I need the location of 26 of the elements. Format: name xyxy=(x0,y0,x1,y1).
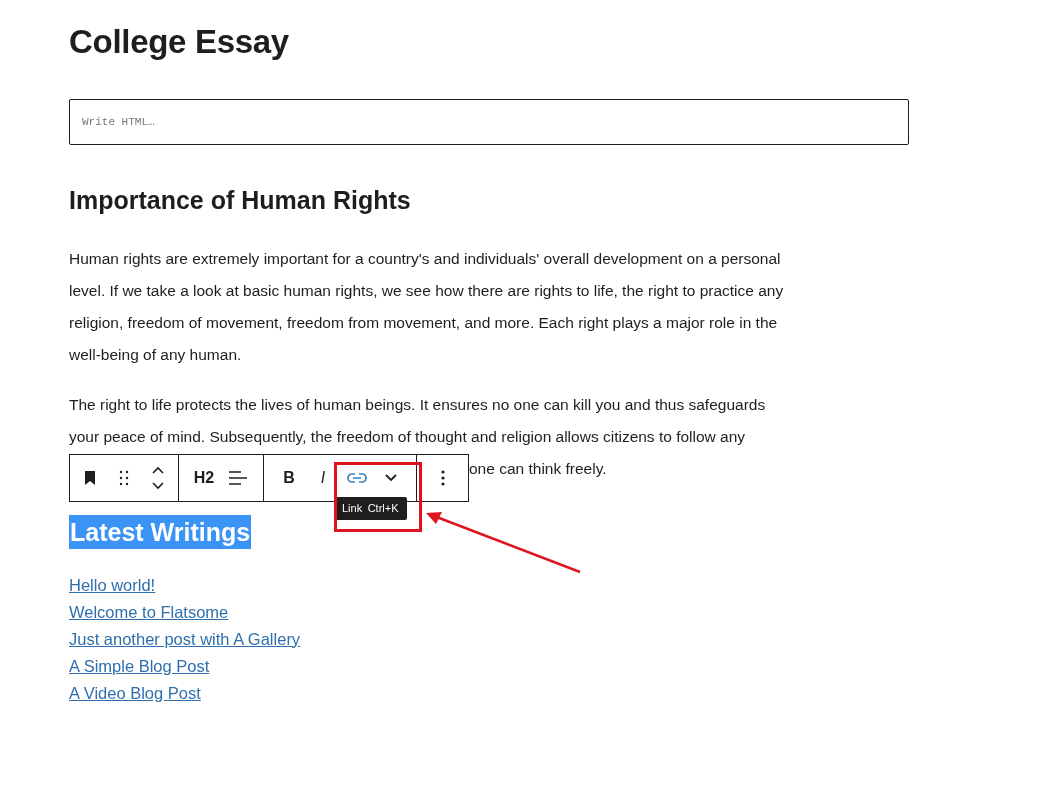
paragraph-line: well-being of any human. xyxy=(69,344,243,365)
post-link[interactable]: Hello world! xyxy=(69,571,156,599)
link-icon xyxy=(347,472,367,484)
align-icon xyxy=(229,470,247,486)
post-link[interactable]: A Video Blog Post xyxy=(69,679,201,707)
page-title: College Essay xyxy=(69,22,290,62)
tooltip: Link Ctrl+K xyxy=(334,497,407,520)
post-link[interactable]: A Simple Blog Post xyxy=(69,652,210,680)
paragraph-line: your peace of mind. Subsequently, the freedom of thought and religion allows citizens to follow any xyxy=(69,426,747,447)
selected-heading: Latest Writings xyxy=(69,514,252,549)
paragraph-line: The right to life protects the lives of human beings. It ensures no one can kill you and thus safeguards xyxy=(69,394,767,415)
chevron-down-icon xyxy=(385,474,397,482)
drag-handle-icon xyxy=(119,470,129,486)
paragraph-line: one can think freely. xyxy=(469,458,607,479)
heading-level-button[interactable]: H2 xyxy=(187,455,221,501)
paragraph-line: religion, freedom of movement, freedom from movement, and more. Each right plays a major role in the xyxy=(69,312,779,333)
paragraph-line: level. If we take a look at basic human rights, we see how there are rights to life, the right to practice any xyxy=(69,280,785,301)
html-input-field[interactable]: Write HTML… xyxy=(69,98,909,145)
more-options-icon xyxy=(440,470,445,486)
paragraph-line: Human rights are extremely important for a country's and individuals' overall development on a personal xyxy=(69,248,782,269)
post-link[interactable]: Welcome to Flatsome xyxy=(69,598,229,626)
up-down-arrows-icon xyxy=(151,465,165,491)
bold-button[interactable]: B xyxy=(272,455,306,501)
bookmark-icon xyxy=(84,471,96,485)
section-heading: Importance of Human Rights xyxy=(69,184,412,215)
post-link[interactable]: Just another post with A Gallery xyxy=(69,625,301,653)
